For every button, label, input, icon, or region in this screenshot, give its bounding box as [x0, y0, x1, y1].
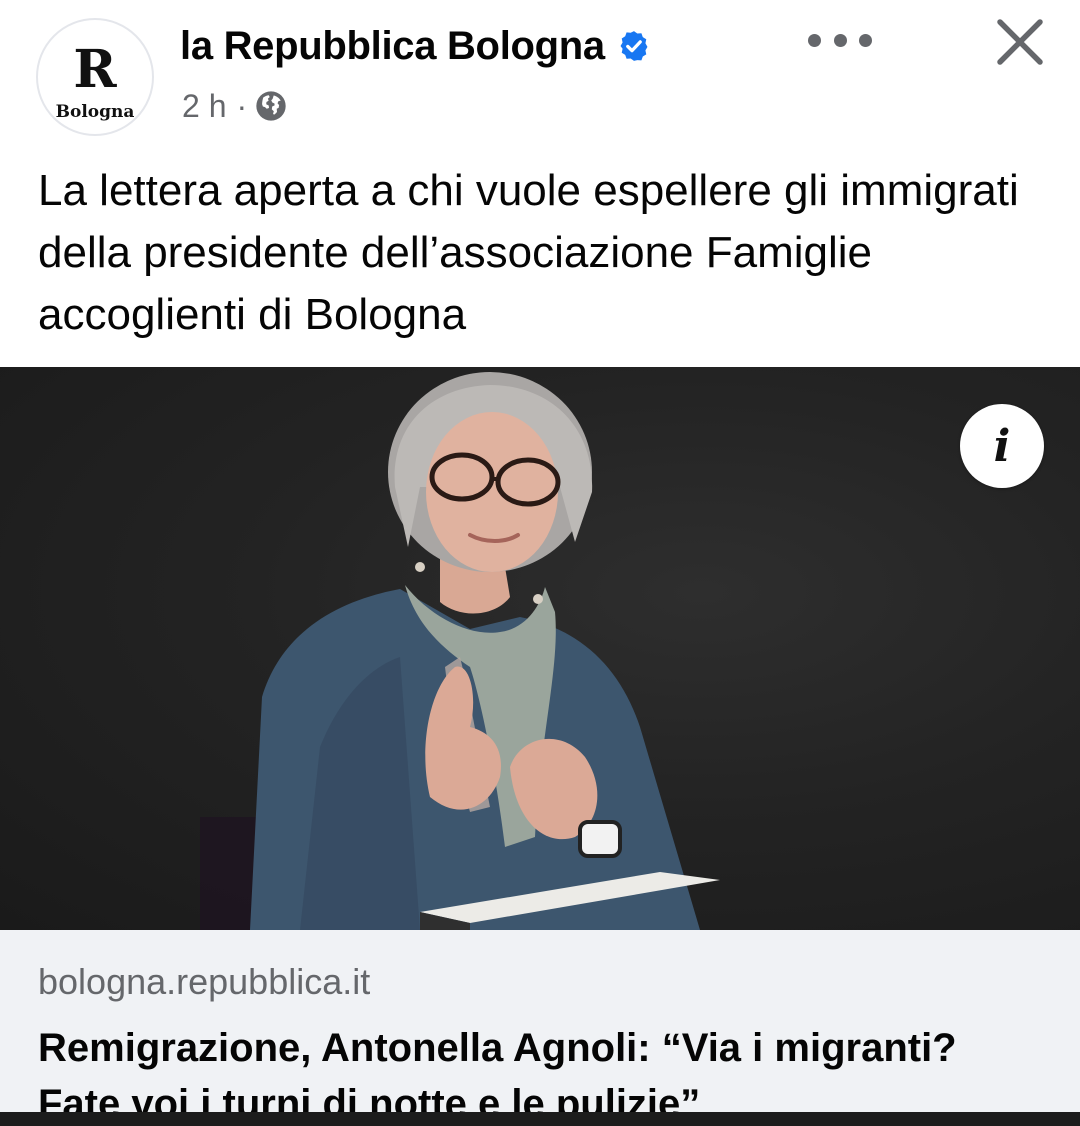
post-header: R Bologna la Repubblica Bologna 2 h ·: [0, 0, 1080, 150]
photo-illustration: [200, 372, 720, 930]
post-text: La lettera aperta a chi vuole espellere …: [38, 166, 1019, 339]
link-domain: bologna.repubblica.it: [38, 961, 371, 1002]
page-avatar[interactable]: R Bologna: [36, 18, 154, 136]
page-name-row: la Repubblica Bologna: [180, 20, 651, 72]
more-dot: [833, 33, 847, 47]
link-title[interactable]: Remigrazione, Antonella Agnoli: “Via i m…: [38, 1020, 1048, 1112]
post-timestamp[interactable]: 2 h: [182, 88, 226, 125]
avatar-logo-letter: R: [73, 39, 117, 100]
more-options-icon[interactable]: [808, 22, 872, 58]
post-meta: 2 h ·: [182, 86, 287, 126]
globe-icon: [256, 91, 286, 121]
more-dot: [808, 33, 821, 47]
meta-separator: ·: [236, 87, 248, 124]
avatar-logo-city: Bologna: [55, 102, 135, 122]
page-name-link[interactable]: la Repubblica Bologna: [180, 24, 605, 69]
more-dot: [859, 33, 872, 47]
post-image[interactable]: [0, 367, 1080, 930]
close-icon[interactable]: [992, 14, 1048, 70]
info-icon[interactable]: i: [960, 404, 1044, 488]
link-preview[interactable]: bologna.repubblica.it Remigrazione, Anto…: [0, 930, 1080, 1112]
verified-badge-icon: [620, 31, 648, 61]
bottom-edge: [0, 1112, 1080, 1126]
info-glyph: i: [993, 420, 1011, 472]
